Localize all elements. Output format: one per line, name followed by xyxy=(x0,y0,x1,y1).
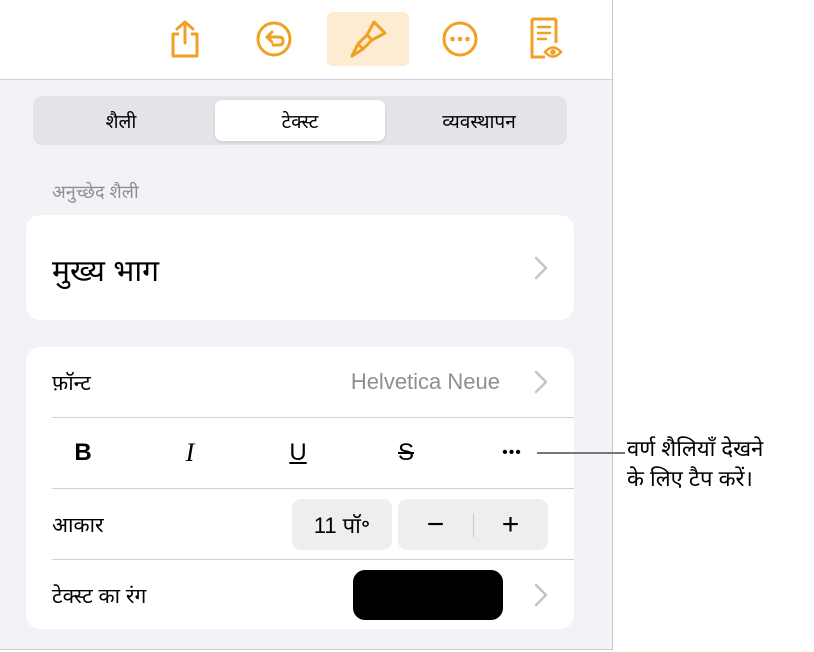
ellipsis-circle-icon xyxy=(442,21,478,57)
format-button[interactable] xyxy=(327,12,409,66)
tab-arrange[interactable]: व्यवस्थापन xyxy=(394,100,564,141)
reading-view-button[interactable] xyxy=(516,12,576,66)
font-row[interactable]: फ़ॉन्ट Helvetica Neue xyxy=(26,347,574,417)
font-value: Helvetica Neue xyxy=(350,369,500,394)
text-color-row[interactable]: टेक्स्ट का रंग xyxy=(26,560,574,629)
tab-text[interactable]: टेक्स्ट xyxy=(215,100,385,141)
size-value[interactable]: 11 पॉ॰ xyxy=(292,499,392,550)
size-label: आकार xyxy=(52,514,104,537)
text-options-card: फ़ॉन्ट Helvetica Neue B I U S ••• आकार 1… xyxy=(26,347,574,629)
paragraph-style-value: मुख्य भाग xyxy=(52,255,159,288)
increase-size-button[interactable]: + xyxy=(473,499,548,550)
toolbar xyxy=(0,0,612,80)
callout-line-2: के लिए टैप करें। xyxy=(627,466,753,491)
callout-text: वर्ण शैलियाँ देखने के लिए टैप करें। xyxy=(627,434,813,494)
more-char-styles-button[interactable]: ••• xyxy=(482,418,542,488)
bold-button[interactable]: B xyxy=(53,418,113,488)
section-label-paragraph-style: अनुच्छेद शैली xyxy=(52,182,139,202)
size-stepper: − + xyxy=(398,499,548,550)
more-button[interactable] xyxy=(430,12,490,66)
italic-button[interactable]: I xyxy=(160,418,220,488)
paragraph-style-card[interactable]: मुख्य भाग xyxy=(26,215,574,320)
text-color-label: टेक्स्ट का रंग xyxy=(52,585,147,608)
paintbrush-icon xyxy=(350,20,387,58)
chevron-right-icon xyxy=(534,583,548,607)
tab-bar: शैली टेक्स्ट व्यवस्थापन xyxy=(33,96,567,145)
tab-style[interactable]: शैली xyxy=(36,100,206,141)
share-icon xyxy=(171,20,199,58)
share-button[interactable] xyxy=(155,12,215,66)
decrease-size-button[interactable]: − xyxy=(398,499,473,550)
callout-line-1: वर्ण शैलियाँ देखने xyxy=(627,436,764,461)
char-style-row: B I U S ••• xyxy=(26,418,574,488)
text-color-swatch[interactable] xyxy=(353,570,503,620)
chevron-right-icon xyxy=(534,370,548,394)
undo-icon xyxy=(256,21,292,57)
document-eye-icon xyxy=(530,17,563,59)
strikethrough-button[interactable]: S xyxy=(376,418,436,488)
callout-line xyxy=(537,452,625,454)
size-row: आकार 11 पॉ॰ − + xyxy=(26,489,574,559)
underline-button[interactable]: U xyxy=(268,418,328,488)
format-panel: शैली टेक्स्ट व्यवस्थापन अनुच्छेद शैली मु… xyxy=(0,0,613,650)
font-label: फ़ॉन्ट xyxy=(52,372,91,395)
undo-button[interactable] xyxy=(244,12,304,66)
chevron-right-icon xyxy=(534,256,548,280)
